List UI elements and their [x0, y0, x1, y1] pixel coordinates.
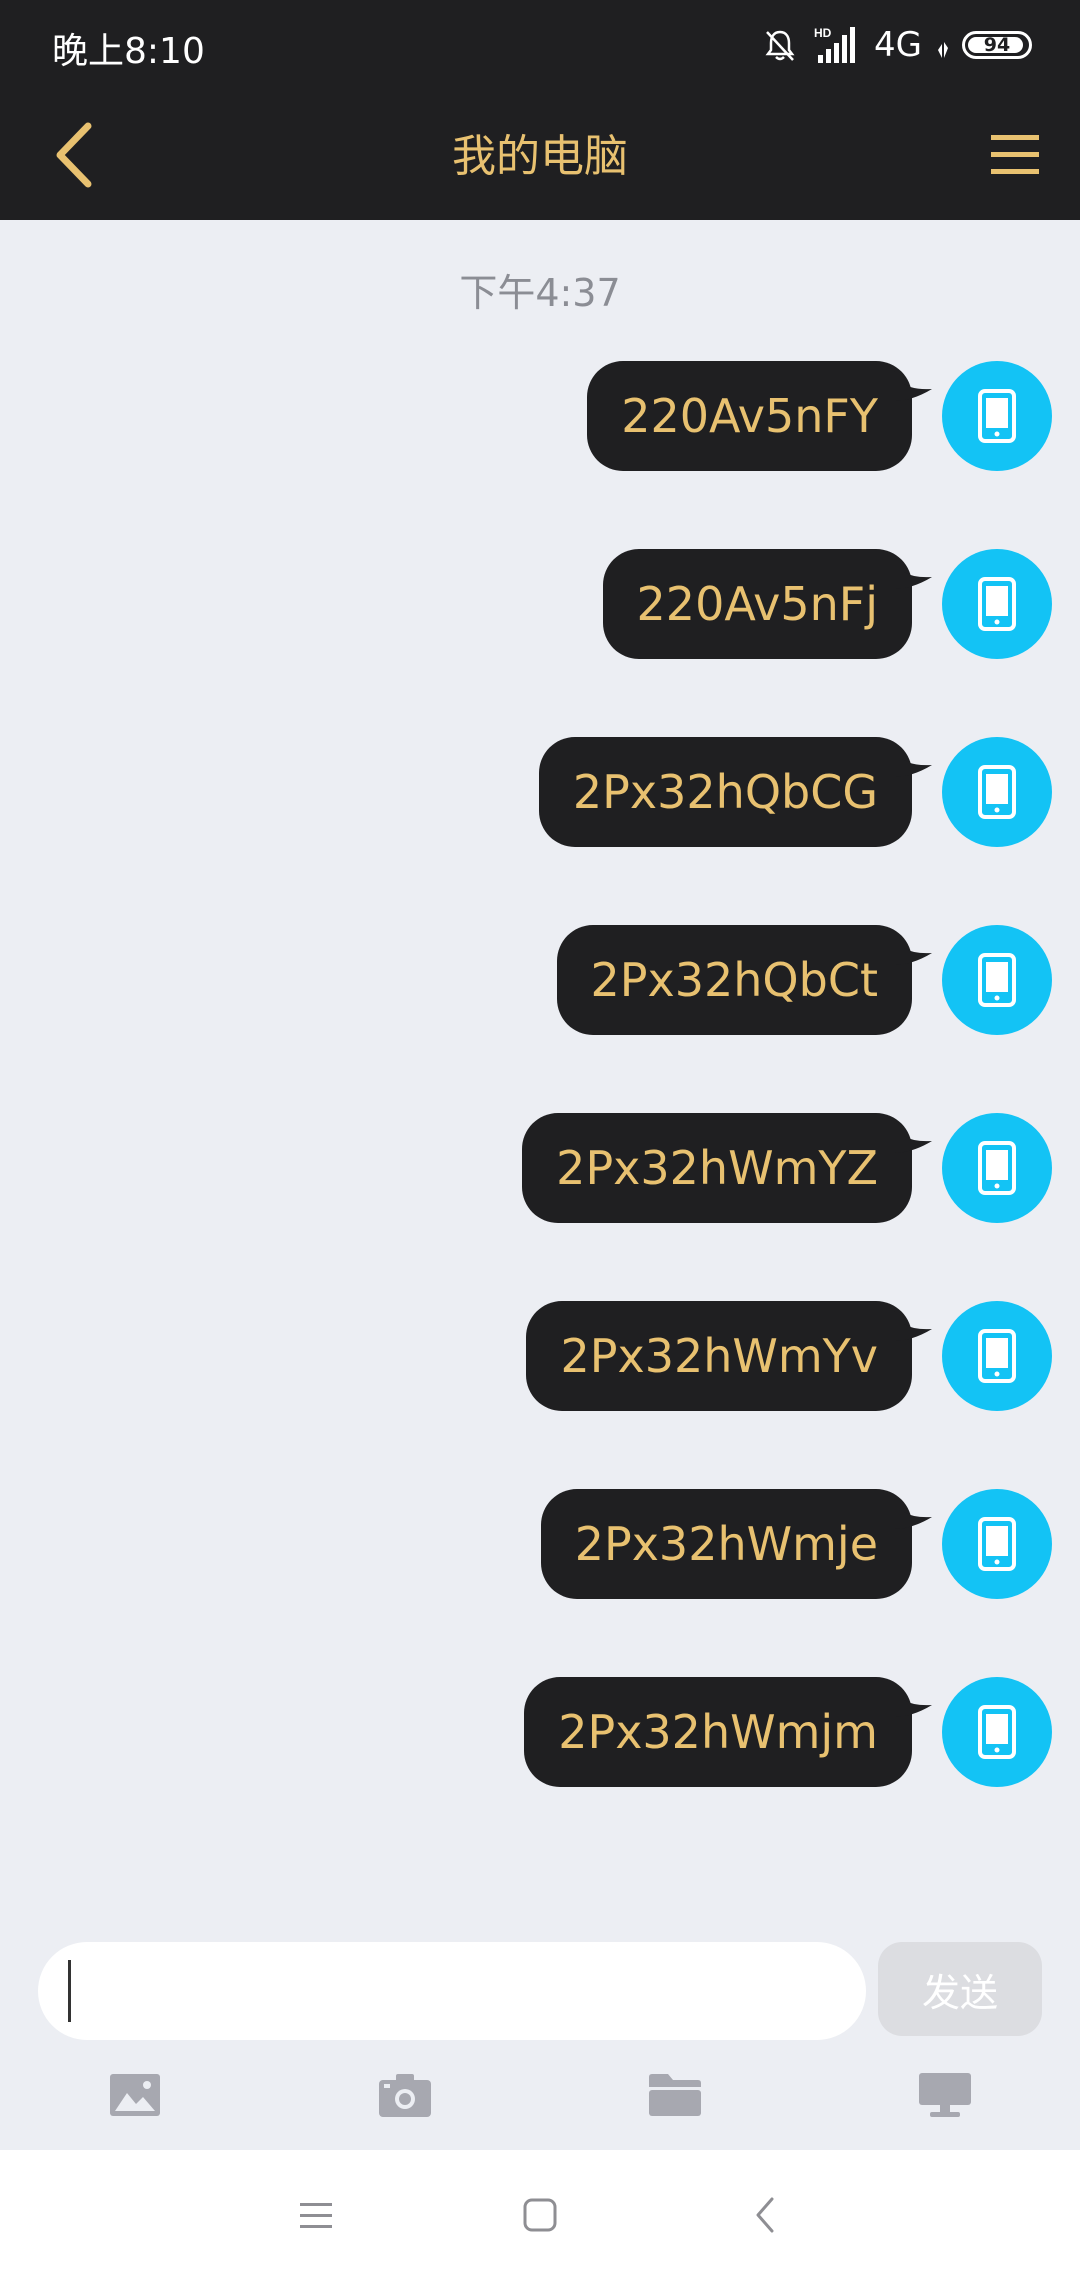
- computer-button[interactable]: [905, 2055, 985, 2135]
- message-text: 2Px32hWmjm: [558, 1705, 878, 1759]
- bubble-tail: [894, 1687, 932, 1717]
- phone-icon: [978, 389, 1016, 443]
- phone-icon: [978, 953, 1016, 1007]
- message-text: 220Av5nFj: [636, 577, 878, 631]
- avatar[interactable]: [942, 925, 1052, 1035]
- menu-button[interactable]: [970, 110, 1060, 200]
- message-text: 2Px32hWmYv: [560, 1329, 878, 1383]
- message-text: 2Px32hWmYZ: [556, 1141, 878, 1195]
- avatar[interactable]: [942, 549, 1052, 659]
- network-activity-icon: [938, 42, 948, 58]
- message-row: 220Av5nFj: [602, 548, 1052, 660]
- title-bar: 我的电脑: [0, 90, 1080, 220]
- message-bubble[interactable]: 2Px32hQbCG: [538, 737, 932, 847]
- svg-text:HD: HD: [814, 26, 832, 40]
- text-cursor: [68, 1960, 71, 2022]
- status-time: 晚上8:10: [52, 31, 205, 72]
- message-row: 2Px32hWmYZ: [522, 1112, 1052, 1224]
- message-bubble[interactable]: 2Px32hWmYv: [526, 1301, 932, 1411]
- chat-area[interactable]: 下午4:37 220Av5nFY 220Av5nFj 2Px32hQbCG 2P…: [0, 220, 1080, 1920]
- phone-icon: [978, 1329, 1016, 1383]
- avatar[interactable]: [942, 1489, 1052, 1599]
- message-bubble[interactable]: 220Av5nFY: [587, 361, 932, 471]
- back-nav-icon: [756, 2197, 774, 2233]
- image-button[interactable]: [95, 2055, 175, 2135]
- mute-bell-icon: [765, 30, 795, 61]
- system-nav-bar: [0, 2150, 1080, 2280]
- message-text: 2Px32hQbCG: [572, 765, 878, 819]
- message-row: 2Px32hQbCG: [538, 736, 1052, 848]
- battery-icon: 94: [962, 31, 1032, 59]
- avatar[interactable]: [942, 1113, 1052, 1223]
- message-input[interactable]: [38, 1942, 866, 2040]
- message-text: 2Px32hQbCt: [590, 953, 878, 1007]
- folder-icon: [649, 2074, 701, 2116]
- battery-level: 94: [983, 34, 1011, 56]
- message-row: 220Av5nFY: [587, 360, 1052, 472]
- phone-icon: [978, 1517, 1016, 1571]
- camera-icon: [379, 2074, 431, 2117]
- phone-icon: [978, 765, 1016, 819]
- bubble-tail: [894, 371, 932, 401]
- message-row: 2Px32hWmYv: [526, 1300, 1052, 1412]
- image-icon: [110, 2074, 160, 2116]
- message-row: 2Px32hWmjm: [524, 1676, 1052, 1788]
- input-bar: 发送: [0, 1930, 1080, 2040]
- message-bubble[interactable]: 2Px32hQbCt: [556, 925, 932, 1035]
- network-type-label: 4G: [874, 25, 922, 65]
- message-row: 2Px32hWmje: [540, 1488, 1052, 1600]
- computer-icon: [919, 2073, 971, 2117]
- menu-nav-icon: [300, 2203, 332, 2228]
- phone-icon: [978, 1705, 1016, 1759]
- bubble-tail: [894, 559, 932, 589]
- message-timestamp: 下午4:37: [459, 271, 621, 315]
- phone-icon: [978, 1141, 1016, 1195]
- send-button[interactable]: 发送: [878, 1942, 1042, 2036]
- camera-button[interactable]: [365, 2055, 445, 2135]
- recent-apps-button[interactable]: [286, 2185, 346, 2245]
- home-nav-icon: [523, 2198, 557, 2232]
- hamburger-menu-icon: [991, 135, 1039, 174]
- status-bar: 晚上8:10 HD 4G 94: [0, 0, 1080, 90]
- bubble-tail: [894, 1123, 932, 1153]
- hd-signal-icon: HD: [814, 26, 856, 63]
- message-bubble[interactable]: 2Px32hWmjm: [524, 1677, 932, 1787]
- bubble-tail: [894, 935, 932, 965]
- message-bubble[interactable]: 220Av5nFj: [602, 549, 932, 659]
- home-button[interactable]: [510, 2185, 570, 2245]
- phone-icon: [978, 577, 1016, 631]
- message-text: 220Av5nFY: [621, 389, 878, 443]
- attachment-toolbar: [0, 2055, 1080, 2135]
- avatar[interactable]: [942, 1301, 1052, 1411]
- bubble-tail: [894, 1499, 932, 1529]
- page-title: 我的电脑: [452, 131, 628, 182]
- avatar[interactable]: [942, 361, 1052, 471]
- message-bubble[interactable]: 2Px32hWmYZ: [522, 1113, 932, 1223]
- message-bubble[interactable]: 2Px32hWmje: [540, 1489, 932, 1599]
- system-back-button[interactable]: [735, 2185, 795, 2245]
- bubble-tail: [894, 1311, 932, 1341]
- status-icons: HD 4G 94: [762, 22, 1032, 68]
- bubble-tail: [894, 747, 932, 777]
- message-text: 2Px32hWmje: [574, 1517, 878, 1571]
- avatar[interactable]: [942, 737, 1052, 847]
- avatar[interactable]: [942, 1677, 1052, 1787]
- message-row: 2Px32hQbCt: [556, 924, 1052, 1036]
- folder-button[interactable]: [635, 2055, 715, 2135]
